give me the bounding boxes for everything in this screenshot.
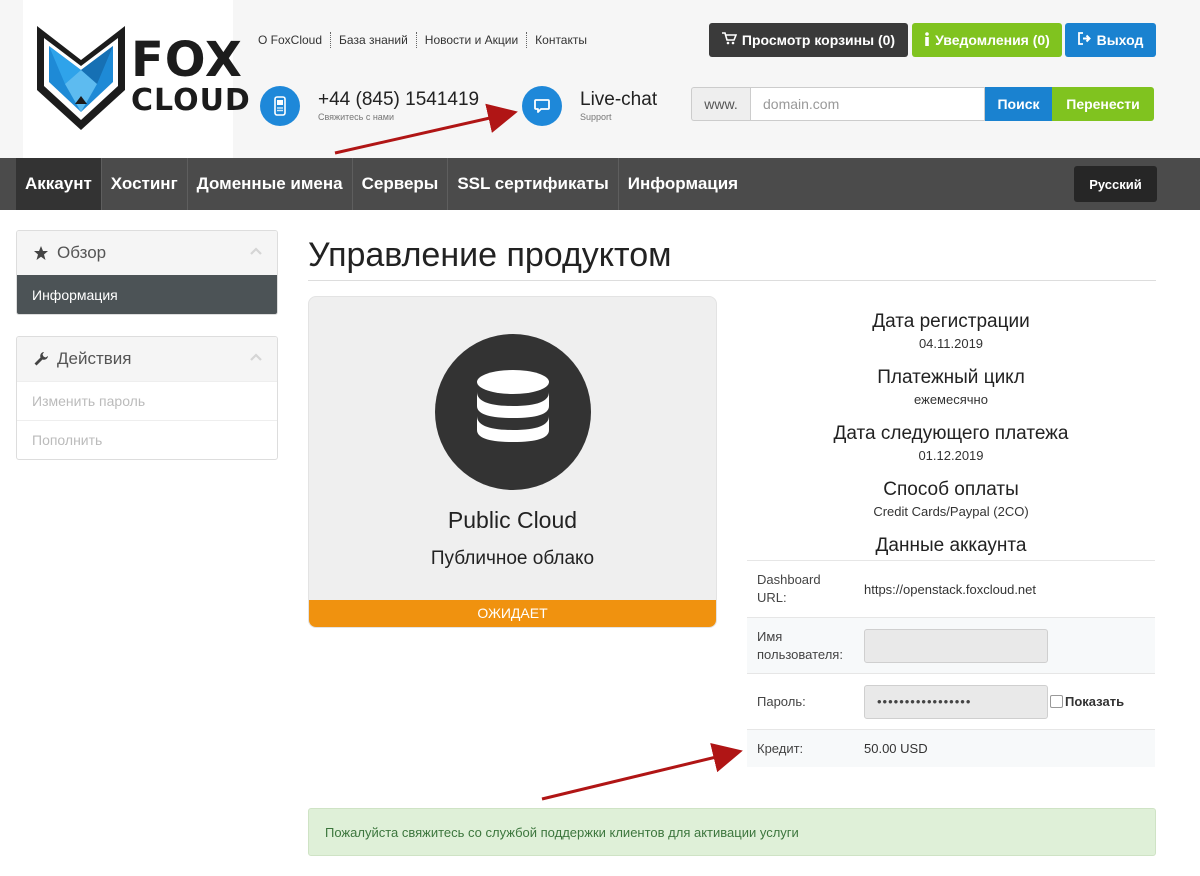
cart-icon: [721, 32, 738, 48]
sidebar-item-change-password[interactable]: Изменить пароль: [17, 381, 277, 420]
table-row: Пароль: ••••••••••••••••• Показать: [747, 673, 1155, 729]
live-chat-label: Live-chat: [580, 89, 658, 110]
logout-button[interactable]: Выход: [1065, 23, 1156, 57]
sidebar-overview-panel: Обзор Информация: [16, 230, 278, 315]
notifications-label: Уведомления (0): [935, 32, 1050, 48]
billing-cycle-value: ежемесячно: [914, 392, 988, 407]
nav-item-information[interactable]: Информация: [619, 158, 747, 210]
dashboard-url-value[interactable]: https://openstack.foxcloud.net: [864, 582, 1155, 597]
view-cart-label: Просмотр корзины (0): [741, 32, 896, 48]
main-nav: Аккаунт Хостинг Доменные имена Серверы S…: [0, 158, 1200, 210]
sidebar-overview-header[interactable]: Обзор: [17, 231, 277, 275]
next-due-date-value: 01.12.2019: [918, 448, 984, 463]
product-details: Дата регистрации 04.11.2019 Платежный ци…: [747, 308, 1155, 560]
nav-item-servers[interactable]: Серверы: [353, 158, 449, 210]
table-row: Имя пользователя:: [747, 617, 1155, 673]
nav-item-account[interactable]: Аккаунт: [16, 158, 102, 210]
brand-line2: CLOUD: [131, 83, 251, 118]
activation-alert: Пожалуйста свяжитесь со службой поддержк…: [308, 808, 1156, 856]
nav-item-hosting[interactable]: Хостинг: [102, 158, 188, 210]
logo[interactable]: FOX CLOUD: [23, 0, 250, 158]
nav-item-domains[interactable]: Доменные имена: [188, 158, 353, 210]
notifications-button[interactable]: Уведомления (0): [912, 23, 1062, 57]
sidebar-item-information[interactable]: Информация: [17, 275, 277, 314]
annotation-arrow-credit: [541, 743, 743, 801]
top-link-knowledgebase[interactable]: База знаний: [330, 32, 416, 48]
site-header: FOX CLOUD О FoxCloud База знаний Новости…: [0, 0, 1200, 158]
title-divider: [308, 280, 1156, 281]
credit-label: Кредит:: [757, 740, 804, 756]
status-badge: ОЖИДАЕТ: [309, 600, 716, 627]
account-data-heading: Данные аккаунта: [875, 535, 1027, 556]
registration-date-label: Дата регистрации: [872, 311, 1030, 332]
product-subtitle: Публичное облако: [430, 548, 595, 569]
payment-method-label: Способ оплаты: [883, 479, 1019, 500]
nav-item-ssl[interactable]: SSL сертификаты: [448, 158, 619, 210]
product-card: Public Cloud Публичное облако ОЖИДАЕТ: [308, 296, 717, 628]
language-button[interactable]: Русский: [1074, 166, 1157, 202]
star-icon: [34, 246, 48, 260]
password-field[interactable]: •••••••••••••••••: [864, 684, 1048, 719]
sidebar-actions-title: Действия: [57, 349, 132, 368]
live-chat-subtitle: Support: [580, 112, 612, 122]
live-chat-contact[interactable]: Live-chat Support: [522, 86, 657, 126]
logout-icon: [1077, 32, 1092, 48]
brand-name: FOX CLOUD: [131, 36, 251, 116]
fox-logo-icon: [37, 26, 125, 130]
phone-icon: [260, 86, 300, 126]
table-row: Dashboard URL: https://openstack.foxclou…: [747, 560, 1155, 617]
phone-number: +44 (845) 1541419: [318, 89, 480, 110]
brand-line1: FOX: [131, 32, 243, 88]
show-password-label[interactable]: Показать: [1065, 694, 1124, 709]
payment-method-value: Credit Cards/Paypal (2CO): [873, 504, 1029, 519]
product-name: Public Cloud: [447, 507, 578, 533]
domain-search-input[interactable]: domain.com: [750, 87, 985, 121]
sidebar-actions-header[interactable]: Действия: [17, 337, 277, 381]
wrench-icon: [34, 352, 48, 366]
top-link-news[interactable]: Новости и Акции: [415, 32, 526, 48]
sidebar-actions-panel: Действия Изменить пароль Пополнить: [16, 336, 278, 460]
sidebar-overview-title: Обзор: [57, 243, 107, 262]
password-label: Пароль:: [757, 693, 806, 709]
chat-icon: [522, 86, 562, 126]
phone-contact[interactable]: +44 (845) 1541419 Свяжитесь с нами: [260, 86, 479, 126]
domain-prefix: www.: [691, 87, 750, 121]
sidebar-item-top-up[interactable]: Пополнить: [17, 420, 277, 459]
username-label: Имя пользователя:: [757, 628, 843, 662]
domain-search-button[interactable]: Поиск: [985, 87, 1052, 121]
domain-transfer-button[interactable]: Перенести: [1052, 87, 1154, 121]
username-field[interactable]: [864, 628, 1048, 663]
chevron-up-icon[interactable]: [249, 351, 263, 365]
view-cart-button[interactable]: Просмотр корзины (0): [709, 23, 908, 57]
table-row: Кредит: 50.00 USD: [747, 729, 1155, 767]
top-links: О FoxCloud База знаний Новости и Акции К…: [258, 32, 595, 48]
dashboard-url-label: Dashboard URL:: [757, 572, 821, 605]
credit-value: 50.00 USD: [864, 741, 928, 756]
page-title: Управление продуктом: [308, 236, 672, 274]
domain-search: www. domain.com Поиск Перенести: [691, 87, 1154, 121]
phone-subtitle: Свяжитесь с нами: [318, 112, 395, 122]
logout-label: Выход: [1096, 32, 1144, 48]
top-link-contacts[interactable]: Контакты: [526, 32, 595, 48]
billing-cycle-label: Платежный цикл: [877, 367, 1025, 388]
chevron-up-icon[interactable]: [249, 245, 263, 259]
info-icon: [924, 31, 930, 49]
registration-date-value: 04.11.2019: [918, 336, 984, 351]
top-link-about[interactable]: О FoxCloud: [258, 32, 330, 48]
database-icon: [435, 334, 591, 490]
show-password-checkbox[interactable]: [1050, 695, 1063, 708]
account-details-table: Dashboard URL: https://openstack.foxclou…: [747, 560, 1155, 767]
next-due-date-label: Дата следующего платежа: [833, 423, 1069, 444]
